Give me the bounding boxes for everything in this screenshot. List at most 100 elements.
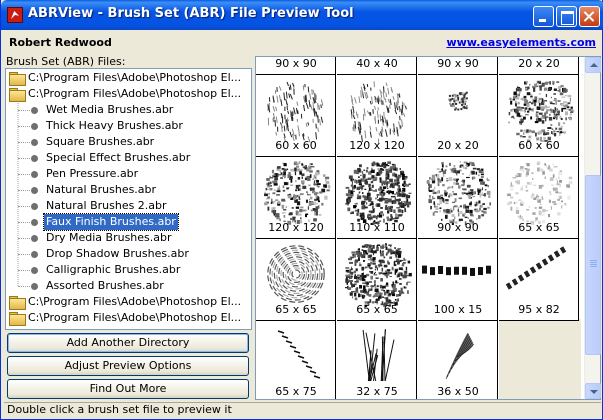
bullet-icon <box>31 187 38 194</box>
bullet-icon <box>31 219 38 226</box>
brush-size-label: 90 x 90 <box>437 221 479 234</box>
thumb-grip <box>590 260 597 261</box>
empty-grid-area <box>499 319 581 399</box>
brush-preview-cell[interactable]: 120 x 120 <box>256 157 336 239</box>
brush-preview-cell[interactable]: 65 x 75 <box>256 321 336 399</box>
tree-connector <box>18 174 30 175</box>
brush-preview-cell[interactable]: 110 x 110 <box>337 157 417 239</box>
folder-icon <box>9 72 26 86</box>
brush-preview-cell[interactable]: 100 x 15 <box>418 239 498 321</box>
brush-thumbnail <box>508 80 575 142</box>
brush-thumbnail <box>422 265 491 276</box>
brush-preview-cell[interactable]: 95 x 82 <box>499 239 579 321</box>
tree-connector <box>18 206 30 207</box>
scroll-down-arrow-icon <box>590 390 598 394</box>
maximize-icon <box>557 7 576 26</box>
brush-preview-cell[interactable]: 90 x 90 <box>256 57 336 75</box>
brush-preview-cell[interactable]: 32 x 75 <box>337 321 417 399</box>
brush-preview-cell[interactable]: 90 x 90 <box>418 157 498 239</box>
close-icon <box>580 7 599 26</box>
tree-item-label: Dry Media Brushes.abr <box>46 231 172 244</box>
brush-preview-cell[interactable]: 20 x 20 <box>499 57 579 75</box>
brush-thumbnail <box>345 243 412 307</box>
title-bar[interactable]: ABRView - Brush Set (ABR) File Preview T… <box>1 0 603 30</box>
scroll-up-arrow-icon <box>590 63 598 67</box>
tree-item-label: Square Brushes.abr <box>46 135 155 148</box>
brush-thumbnail <box>507 161 573 225</box>
brush-thumbnail <box>345 161 412 225</box>
tree-item-label: Calligraphic Brushes.abr <box>46 263 181 276</box>
tree-connector <box>18 142 30 143</box>
folder-icon <box>9 88 26 102</box>
tree-connector <box>18 190 30 191</box>
brush-preview-cell[interactable]: 65 x 65 <box>499 157 579 239</box>
bullet-icon <box>31 155 38 162</box>
brush-size-label: 90 x 90 <box>437 57 479 70</box>
minimize-button[interactable] <box>533 6 554 27</box>
find-out-more-button[interactable]: Find Out More <box>7 379 249 399</box>
brush-preview-cell[interactable]: 65 x 65 <box>256 239 336 321</box>
header-bar: Robert Redwood www.easyelements.com <box>4 30 601 54</box>
bullet-icon <box>31 171 38 178</box>
brush-thumbnail <box>362 329 395 382</box>
thumb-grip <box>590 266 597 267</box>
brush-preview-cell[interactable]: 40 x 40 <box>337 57 417 75</box>
brush-size-label: 20 x 20 <box>518 57 560 70</box>
brush-preview-cell[interactable]: 60 x 60 <box>256 75 336 157</box>
close-button[interactable] <box>579 6 600 27</box>
brush-preview-cell[interactable]: 20 x 20 <box>418 75 498 157</box>
brush-preview-cell[interactable]: 65 x 65 <box>337 239 417 321</box>
tree-item-label: C:\Program Files\Adobe\Photoshop El... <box>28 71 242 84</box>
brush-thumbnail <box>267 245 325 303</box>
tree-item-label-selected: Faux Finish Brushes.abr <box>43 213 179 231</box>
brush-thumbnail <box>426 161 491 225</box>
maximize-button[interactable] <box>556 6 577 27</box>
brush-preview-grid[interactable]: 90 x 90 40 x 40 90 x 90 20 x 20 60 x 60 120 x… <box>255 56 601 400</box>
brush-size-label: 20 x 20 <box>437 139 479 152</box>
brush-preview-cell[interactable]: 120 x 120 <box>337 75 417 157</box>
preview-vertical-scrollbar[interactable] <box>584 57 601 399</box>
bullet-icon <box>31 251 38 258</box>
brush-size-label: 95 x 82 <box>518 303 560 316</box>
bullet-icon <box>31 203 38 210</box>
brush-size-label: 60 x 60 <box>518 139 560 152</box>
add-directory-button[interactable]: Add Another Directory <box>7 333 249 353</box>
brush-size-label: 65 x 65 <box>275 303 317 316</box>
brush-size-label: 36 x 50 <box>437 385 479 398</box>
brush-preview-cell[interactable]: 36 x 50 <box>418 321 498 399</box>
tree-connector <box>18 270 30 271</box>
scroll-up-button[interactable] <box>585 57 601 73</box>
tree-item-label: C:\Program Files\Adobe\Photoshop El... <box>28 295 242 308</box>
brush-size-label: 60 x 60 <box>275 139 317 152</box>
brush-thumbnail <box>350 81 407 143</box>
brush-thumbnail <box>445 332 474 380</box>
scroll-down-button[interactable] <box>585 383 601 399</box>
website-link[interactable]: www.easyelements.com <box>446 36 596 49</box>
thumb-grip <box>590 264 597 265</box>
folder-icon <box>9 296 26 310</box>
brush-size-label: 65 x 75 <box>275 385 317 398</box>
tree-connector <box>18 126 30 127</box>
tree-item-label: Thick Heavy Brushes.abr <box>46 119 183 132</box>
brush-thumbnail <box>264 161 331 225</box>
scroll-thumb[interactable] <box>585 175 601 355</box>
author-name: Robert Redwood <box>9 36 112 49</box>
bullet-icon <box>31 139 38 146</box>
brush-preview-cell[interactable]: 90 x 90 <box>418 57 498 75</box>
adjust-preview-options-button[interactable]: Adjust Preview Options <box>7 356 249 376</box>
brush-preview-cell[interactable]: 60 x 60 <box>499 75 579 157</box>
thumb-grip <box>590 262 597 263</box>
brush-size-label: 65 x 65 <box>518 221 560 234</box>
brush-size-label: 90 x 90 <box>275 57 317 70</box>
tree-connector <box>18 158 30 159</box>
tree-item-label: C:\Program Files\Adobe\Photoshop El... <box>28 87 242 100</box>
brush-size-label: 65 x 65 <box>356 303 398 316</box>
minimize-icon <box>534 7 553 26</box>
bullet-icon <box>31 123 38 130</box>
brush-file-tree[interactable]: C:\Program Files\Adobe\Photoshop El... C:… <box>5 68 252 330</box>
brush-size-label: 110 x 110 <box>349 221 405 234</box>
files-label: Brush Set (ABR) Files: <box>6 55 126 68</box>
brush-thumbnail <box>267 81 324 143</box>
abrview-app-icon[interactable] <box>7 7 23 23</box>
tree-connector <box>18 238 30 239</box>
